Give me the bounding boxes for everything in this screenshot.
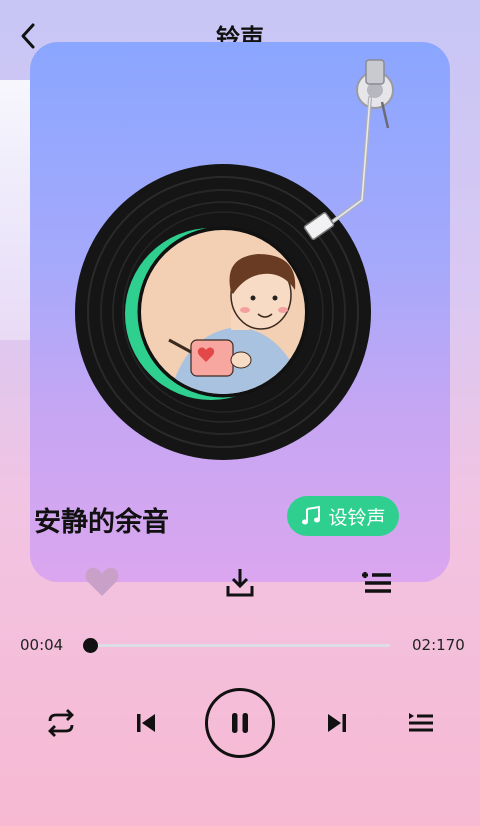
pause-button[interactable]	[205, 688, 275, 758]
total-time: 02:170	[412, 636, 465, 654]
add-to-playlist-icon	[362, 572, 391, 593]
playlist-button[interactable]	[404, 706, 438, 740]
progress-bar[interactable]	[83, 638, 390, 653]
tonearm	[303, 59, 394, 240]
playlist-icon	[409, 713, 433, 732]
song-title: 安静的余音	[34, 507, 169, 538]
previous-icon	[137, 714, 155, 732]
current-time: 00:04	[20, 636, 64, 654]
repeat-button[interactable]	[44, 706, 78, 740]
background-window-light	[0, 80, 30, 340]
repeat-icon	[48, 709, 74, 737]
set-ringtone-button[interactable]: 设铃声	[287, 496, 399, 536]
set-ringtone-label: 设铃声	[328, 506, 386, 529]
download-icon	[226, 569, 254, 597]
heart-icon	[85, 567, 119, 596]
progress-handle[interactable]	[83, 638, 98, 653]
next-button[interactable]	[320, 706, 354, 740]
music-note-icon	[302, 505, 321, 525]
playback-controls	[0, 688, 480, 758]
next-icon	[328, 714, 346, 732]
previous-button[interactable]	[129, 706, 163, 740]
pause-icon	[232, 713, 248, 733]
add-to-playlist-button[interactable]	[357, 562, 397, 602]
download-button[interactable]	[220, 562, 260, 602]
action-row	[0, 562, 480, 602]
like-button[interactable]	[82, 562, 122, 602]
